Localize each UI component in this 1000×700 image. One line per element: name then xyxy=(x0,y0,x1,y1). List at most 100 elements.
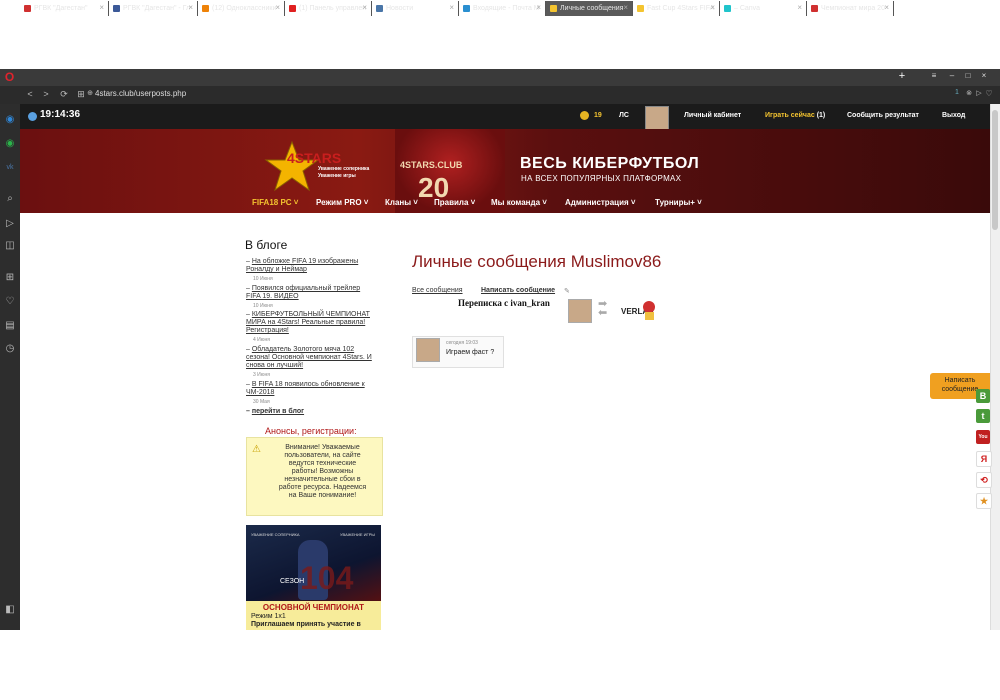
vk-icon[interactable]: vk xyxy=(4,162,16,174)
champ-slogan-left: УВАЖЕНИЕ СОПЕРНИКА xyxy=(251,532,300,537)
browser-tab[interactable]: (1) Панель управлен × xyxy=(285,1,372,16)
browser-tab[interactable]: – Canva × xyxy=(720,1,807,16)
tab-favicon-icon xyxy=(637,5,644,12)
banner-subtitle: НА ВСЕХ ПОПУЛЯРНЫХ ПЛАТФОРМАХ xyxy=(521,174,682,183)
scroll-thumb[interactable] xyxy=(992,110,998,230)
speed-dial-grid-icon[interactable]: ⊞ xyxy=(4,272,16,284)
menu-fifa18pc[interactable]: FIFA18 PC ˅ xyxy=(252,198,298,207)
tab-favicon-icon xyxy=(811,5,818,12)
close-tab-icon[interactable]: × xyxy=(710,3,715,12)
menu-we-are-team[interactable]: Мы команда ˅ xyxy=(491,198,547,207)
pencil-icon[interactable]: ✎ xyxy=(564,287,570,295)
youtube-share-icon[interactable]: You xyxy=(976,430,990,444)
camera-icon[interactable]: ◫ xyxy=(4,240,16,252)
ls-link[interactable]: ЛС xyxy=(619,112,629,119)
site-clock: 19:14:36 xyxy=(40,109,81,120)
whatsapp-icon[interactable]: ◉ xyxy=(4,138,16,150)
blog-post[interactable]: – В FIFA 18 появилось обновление к ЧМ-20… xyxy=(246,381,376,397)
heart-icon[interactable]: ♡ xyxy=(4,296,16,308)
close-tab-icon[interactable]: × xyxy=(449,3,454,12)
cabinet-link[interactable]: Личный кабинет xyxy=(684,112,741,119)
menu-pro-mode[interactable]: Режим PRO ˅ xyxy=(316,198,368,207)
menu-rules[interactable]: Правила ˅ xyxy=(434,198,475,207)
close-tab-icon[interactable]: × xyxy=(362,3,367,12)
back-icon[interactable]: < xyxy=(24,87,36,101)
url-field[interactable]: 4stars.club/userposts.php xyxy=(95,89,186,101)
browser-tab[interactable]: РГВК "Дагестан" × xyxy=(20,1,109,16)
close-tab-icon[interactable]: × xyxy=(536,3,541,12)
blog-post[interactable]: – На обложке FIFA 19 изображены Роналду … xyxy=(246,258,376,274)
browser-tab[interactable]: РГВК "Дагестан" - Гл × xyxy=(109,1,198,16)
reload-icon[interactable]: ⟳ xyxy=(58,87,70,101)
message-author-avatar[interactable] xyxy=(416,338,440,362)
logo-slogan-2: Уважение игры xyxy=(318,173,356,179)
blog-post[interactable]: – Обладатель Золотого мяча 102 сезона! О… xyxy=(246,346,376,370)
forward-icon[interactable]: > xyxy=(40,87,52,101)
site-top-bar xyxy=(20,104,990,129)
new-tab-icon[interactable]: + xyxy=(895,70,909,82)
browser-tab[interactable]: (12) Одноклассники × xyxy=(198,1,285,16)
blog-title: В блоге xyxy=(245,238,288,252)
blog-post[interactable]: – КИБЕРФУТБОЛЬНЫЙ ЧЕМПИОНАТ МИРА на 4Sta… xyxy=(246,311,376,335)
close-tab-icon[interactable]: × xyxy=(797,3,802,12)
message-text: Играем фаст ? xyxy=(446,349,495,356)
menu-tournaments[interactable]: Турниры+ ˅ xyxy=(655,198,702,207)
blog-post-date: 10 Июня xyxy=(253,303,273,309)
sidebar-toggle-icon[interactable]: ◧ xyxy=(4,604,16,616)
close-tab-icon[interactable]: × xyxy=(275,3,280,12)
user-avatar[interactable] xyxy=(645,106,669,130)
coins-count: 19 xyxy=(594,112,602,119)
blog-post-date: 4 Июня xyxy=(253,337,270,343)
warning-icon: ⚠ xyxy=(252,444,261,455)
browser-tab[interactable]: Входящие - Почта М × xyxy=(459,1,546,16)
banner-jersey-text: 4STARS.CLUB xyxy=(400,160,463,170)
opera-menu-icon[interactable]: O xyxy=(3,71,16,84)
page-title: Личные сообщения Muslimov86 xyxy=(412,252,662,271)
twitter-share-icon[interactable]: t xyxy=(976,409,990,423)
minimize-icon[interactable]: – xyxy=(945,70,959,82)
blog-post[interactable]: – Появился официальный трейлер FIFA 19. … xyxy=(246,285,376,301)
conversation-label: Переписка с ivan_kran xyxy=(458,298,550,308)
browser-tab[interactable]: Чемпионат мира 20 × xyxy=(807,1,894,16)
write-message-link[interactable]: Написать сообщение xyxy=(481,287,555,294)
coin-icon xyxy=(580,111,589,120)
close-tab-icon[interactable]: × xyxy=(188,3,193,12)
clock-icon[interactable]: ◷ xyxy=(4,343,16,355)
close-tab-icon[interactable]: × xyxy=(99,3,104,12)
announcements-title: Анонсы, регистрации: xyxy=(265,426,357,436)
report-result-link[interactable]: Сообщить результат xyxy=(847,112,919,119)
goto-blog-link[interactable]: – перейти в блог xyxy=(246,408,376,416)
close-window-icon[interactable]: × xyxy=(977,70,991,82)
browser-tab[interactable]: Fast Cup 4Stars FIFA × xyxy=(633,1,720,16)
menu-administration[interactable]: Администрация ˅ xyxy=(565,198,636,207)
close-tab-icon[interactable]: × xyxy=(884,3,889,12)
search-icon[interactable]: ⌕ xyxy=(4,193,16,205)
browser-sidebar xyxy=(0,104,20,630)
champ-mode: Режим 1x1 xyxy=(251,613,286,620)
partner-avatar[interactable]: VERLAS xyxy=(620,298,656,323)
tab-favicon-icon xyxy=(376,5,383,12)
send-icon[interactable]: ▷ xyxy=(4,218,16,230)
logo-slogan-1: Уважение соперника xyxy=(318,166,370,172)
vk-share-icon[interactable]: В xyxy=(976,389,990,403)
champ-slogan-right: УВАЖЕНИЕ ИГРЫ xyxy=(340,532,375,537)
user-avatar[interactable] xyxy=(568,299,592,323)
maximize-icon[interactable]: □ xyxy=(961,70,975,82)
all-messages-link[interactable]: Все сообщения xyxy=(412,287,463,294)
tab-favicon-icon xyxy=(724,5,731,12)
yandex-share-icon[interactable]: Я xyxy=(976,451,992,467)
browser-tab-active[interactable]: Личные сообщения × xyxy=(546,1,633,16)
logout-link[interactable]: Выход xyxy=(942,112,965,119)
share-arrows-icon[interactable]: ⟲ xyxy=(976,472,992,488)
tab-favicon-icon xyxy=(113,5,120,12)
play-now-link[interactable]: Играть сейчас (1) xyxy=(765,112,825,119)
messenger-icon[interactable]: ◉ xyxy=(4,114,16,126)
bookmark-heart-icon[interactable]: ♡ xyxy=(983,87,995,101)
close-tab-icon[interactable]: × xyxy=(623,3,628,12)
blog-post-date: 3 Июня xyxy=(253,372,270,378)
tab-menu-icon[interactable]: ≡ xyxy=(927,70,941,82)
star-share-icon[interactable]: ★ xyxy=(976,493,992,509)
history-icon[interactable]: ▤ xyxy=(4,320,16,332)
menu-clans[interactable]: Кланы ˅ xyxy=(385,198,418,207)
browser-tab[interactable]: Новости × xyxy=(372,1,459,16)
